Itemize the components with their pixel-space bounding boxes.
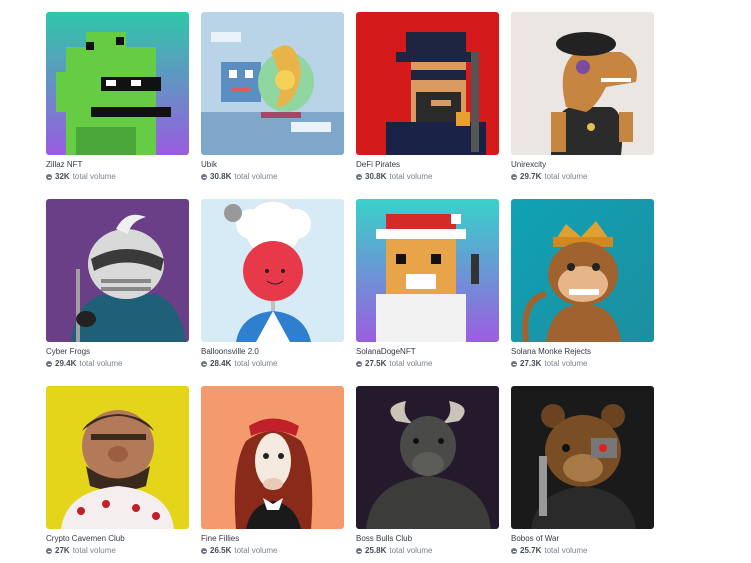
collection-name[interactable]: Crypto Cavemen Club — [46, 534, 189, 544]
collection-volume: 32K total volume — [46, 172, 189, 182]
solana-icon — [201, 174, 207, 180]
volume-value: 25.7K — [520, 546, 542, 555]
volume-label: total volume — [234, 172, 278, 181]
solana-icon — [46, 548, 52, 554]
collection-volume: 25.7K total volume — [511, 546, 654, 556]
solana-icon — [201, 361, 207, 367]
collection-grid: Zillaz NFT 32K total volume Ubik 30.8K tot… — [46, 12, 654, 561]
collection-name[interactable]: Fine Fillies — [201, 534, 344, 544]
collection-card[interactable]: Crypto Cavemen Club 27K total volume — [46, 386, 189, 561]
horse-icon[interactable] — [201, 386, 344, 529]
monkey-icon[interactable] — [511, 199, 654, 342]
collection-card[interactable]: Boss Bulls Club 25.8K total volume — [356, 386, 499, 561]
collection-name[interactable]: Cyber Frogs — [46, 347, 189, 357]
volume-value: 28.4K — [210, 359, 232, 368]
volume-label: total volume — [234, 359, 278, 368]
volume-value: 29.4K — [55, 359, 77, 368]
caveman-icon[interactable] — [46, 386, 189, 529]
collection-name[interactable]: Ubik — [201, 160, 344, 170]
collection-volume: 28.4K total volume — [201, 359, 344, 369]
collection-card[interactable]: Bobos of War 25.7K total volume — [511, 386, 654, 561]
collection-card[interactable]: Unirexcity 29.7K total volume — [511, 12, 654, 187]
collection-volume: 25.8K total volume — [356, 546, 499, 556]
collection-volume: 29.4K total volume — [46, 359, 189, 369]
solana-icon — [511, 174, 517, 180]
volume-value: 30.8K — [365, 172, 387, 181]
frog-icon[interactable] — [46, 199, 189, 342]
pixel-creatures-icon[interactable] — [201, 12, 344, 155]
volume-value: 26.5K — [210, 546, 232, 555]
volume-label: total volume — [72, 546, 116, 555]
pixel-doge-icon[interactable] — [356, 199, 499, 342]
collection-name[interactable]: Zillaz NFT — [46, 160, 189, 170]
bear-icon[interactable] — [511, 386, 654, 529]
volume-value: 27.3K — [520, 359, 542, 368]
collection-volume: 29.7K total volume — [511, 172, 654, 182]
collection-volume: 30.8K total volume — [356, 172, 499, 182]
volume-value: 29.7K — [520, 172, 542, 181]
volume-label: total volume — [234, 546, 278, 555]
collection-card[interactable]: Zillaz NFT 32K total volume — [46, 12, 189, 187]
collection-card[interactable]: Balloonsville 2.0 28.4K total volume — [201, 199, 344, 374]
solana-icon — [356, 174, 362, 180]
volume-label: total volume — [389, 172, 433, 181]
volume-value: 25.8K — [365, 546, 387, 555]
volume-label: total volume — [72, 172, 116, 181]
solana-icon — [201, 548, 207, 554]
balloon-icon[interactable] — [201, 199, 344, 342]
volume-value: 32K — [55, 172, 70, 181]
collection-name[interactable]: Balloonsville 2.0 — [201, 347, 344, 357]
collection-name[interactable]: SolanaDogeNFT — [356, 347, 499, 357]
collection-volume: 26.5K total volume — [201, 546, 344, 556]
trex-icon[interactable] — [511, 12, 654, 155]
pixel-dino-icon[interactable] — [46, 12, 189, 155]
collection-card[interactable]: SolanaDogeNFT 27.5K total volume — [356, 199, 499, 374]
collection-volume: 27.5K total volume — [356, 359, 499, 369]
collection-volume: 30.8K total volume — [201, 172, 344, 182]
collection-name[interactable]: Boss Bulls Club — [356, 534, 499, 544]
solana-icon — [356, 548, 362, 554]
bull-icon[interactable] — [356, 386, 499, 529]
pixel-pirate-icon[interactable] — [356, 12, 499, 155]
volume-value: 27K — [55, 546, 70, 555]
volume-label: total volume — [79, 359, 123, 368]
volume-label: total volume — [389, 546, 433, 555]
collection-name[interactable]: DeFi Pirates — [356, 160, 499, 170]
solana-icon — [511, 548, 517, 554]
volume-label: total volume — [544, 359, 588, 368]
solana-icon — [46, 174, 52, 180]
collection-name[interactable]: Solana Monke Rejects — [511, 347, 654, 357]
collection-card[interactable]: DeFi Pirates 30.8K total volume — [356, 12, 499, 187]
volume-label: total volume — [389, 359, 433, 368]
collection-card[interactable]: Ubik 30.8K total volume — [201, 12, 344, 187]
collection-card[interactable]: Solana Monke Rejects 27.3K total volume — [511, 199, 654, 374]
volume-value: 30.8K — [210, 172, 232, 181]
collection-volume: 27K total volume — [46, 546, 189, 556]
solana-icon — [46, 361, 52, 367]
collection-name[interactable]: Unirexcity — [511, 160, 654, 170]
collection-volume: 27.3K total volume — [511, 359, 654, 369]
collection-card[interactable]: Cyber Frogs 29.4K total volume — [46, 199, 189, 374]
collection-card[interactable]: Fine Fillies 26.5K total volume — [201, 386, 344, 561]
solana-icon — [356, 361, 362, 367]
volume-label: total volume — [544, 546, 588, 555]
solana-icon — [511, 361, 517, 367]
volume-value: 27.5K — [365, 359, 387, 368]
collection-name[interactable]: Bobos of War — [511, 534, 654, 544]
volume-label: total volume — [544, 172, 588, 181]
